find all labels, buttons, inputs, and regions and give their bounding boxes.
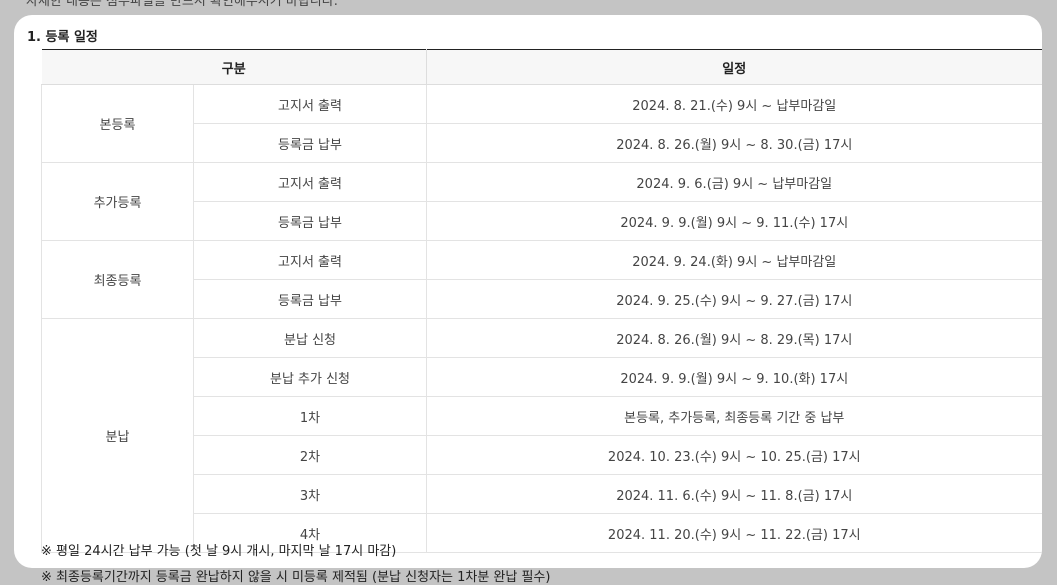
table-row: 최종등록 고지서 출력 2024. 9. 24.(화) 9시 ~ 납부마감일 <box>41 240 1042 319</box>
schedule-cell: 2024. 8. 26.(월) 9시 ~ 8. 29.(목) 17시 <box>426 318 1042 358</box>
table-row: 추가등록 고지서 출력 2024. 9. 6.(금) 9시 ~ 납부마감일 <box>41 162 1042 241</box>
item-label: 등록금 납부 <box>193 279 428 319</box>
item-label: 분납 추가 신청 <box>193 357 428 397</box>
group-label: 최종등록 <box>41 240 194 319</box>
schedule-cell: 2024. 8. 26.(월) 9시 ~ 8. 30.(금) 17시 <box>426 123 1042 163</box>
schedule-cell: 2024. 9. 9.(월) 9시 ~ 9. 10.(화) 17시 <box>426 357 1042 397</box>
schedule-cell: 2024. 9. 9.(월) 9시 ~ 9. 11.(수) 17시 <box>426 201 1042 241</box>
group-label: 추가등록 <box>41 162 194 241</box>
header-category: 구분 <box>41 49 428 85</box>
registration-schedule-table: 구분 일정 본등록 고지서 출력 2024. 8. 21.(수) 9시 ~ 납부… <box>41 49 1042 553</box>
section-title: 1. 등록 일정 <box>27 30 98 45</box>
content-card: 1. 등록 일정 구분 일정 본등록 고지서 출력 2024. 8. 21.(수… <box>14 15 1042 568</box>
schedule-cell: 2024. 8. 21.(수) 9시 ~ 납부마감일 <box>426 84 1042 124</box>
item-label: 고지서 출력 <box>193 240 428 280</box>
note-final-registration: ※ 최종등록기간까지 등록금 완납하지 않을 시 미등록 제적됨 (분납 신청자… <box>41 570 551 585</box>
schedule-cell: 2024. 9. 25.(수) 9시 ~ 9. 27.(금) 17시 <box>426 279 1042 319</box>
item-label: 등록금 납부 <box>193 201 428 241</box>
schedule-cell: 2024. 11. 20.(수) 9시 ~ 11. 22.(금) 17시 <box>426 513 1042 553</box>
schedule-cell: 2024. 9. 24.(화) 9시 ~ 납부마감일 <box>426 240 1042 280</box>
item-label: 등록금 납부 <box>193 123 428 163</box>
item-label: 고지서 출력 <box>193 162 428 202</box>
truncated-intro-text: 자세한 내용은 첨부파일을 반드시 확인해주시기 바랍니다. <box>26 0 338 9</box>
note-24h-payment: ※ 평일 24시간 납부 가능 (첫 날 9시 개시, 마지막 날 17시 마감… <box>41 544 397 559</box>
group-label: 본등록 <box>41 84 194 163</box>
table-header-row: 구분 일정 <box>41 49 1042 85</box>
item-label: 분납 신청 <box>193 318 428 358</box>
item-label: 고지서 출력 <box>193 84 428 124</box>
schedule-cell: 2024. 10. 23.(수) 9시 ~ 10. 25.(금) 17시 <box>426 435 1042 475</box>
item-label: 1차 <box>193 396 428 436</box>
schedule-cell: 2024. 9. 6.(금) 9시 ~ 납부마감일 <box>426 162 1042 202</box>
schedule-cell: 본등록, 추가등록, 최종등록 기간 중 납부 <box>426 396 1042 436</box>
group-label: 분납 <box>41 318 194 553</box>
schedule-cell: 2024. 11. 6.(수) 9시 ~ 11. 8.(금) 17시 <box>426 474 1042 514</box>
item-label: 2차 <box>193 435 428 475</box>
table-row: 분납 분납 신청 2024. 8. 26.(월) 9시 ~ 8. 29.(목) … <box>41 318 1042 553</box>
item-label: 3차 <box>193 474 428 514</box>
header-schedule: 일정 <box>426 49 1042 85</box>
table-row: 본등록 고지서 출력 2024. 8. 21.(수) 9시 ~ 납부마감일 <box>41 84 1042 163</box>
